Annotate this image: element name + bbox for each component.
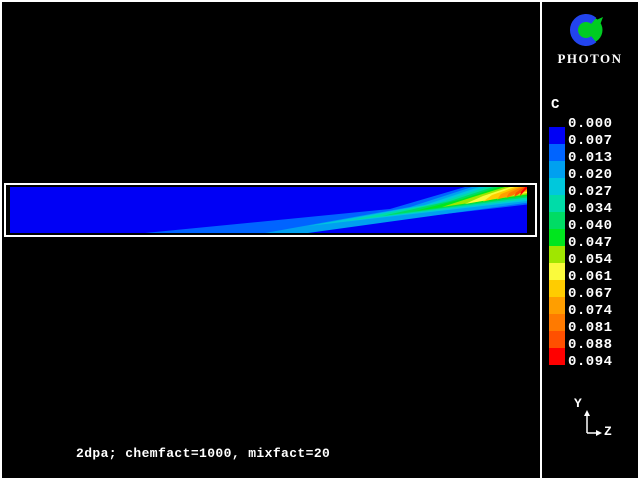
legend-panel-divider [540,0,542,480]
color-legend: 0.000 0.007 0.013 0.020 0.027 0.034 0.040 0.047… [549,117,639,383]
legend-level-label: 0.094 [568,355,613,369]
legend-swatch [549,280,565,297]
legend-swatch [549,144,565,161]
legend-swatch [549,246,565,263]
legend-level-label: 0.067 [568,287,613,301]
legend-swatch [549,348,565,365]
legend-swatch [549,297,565,314]
legend-level-label: 0.054 [568,253,613,267]
axis-y-label: Y [574,396,582,411]
legend-level-label: 0.013 [568,151,613,165]
legend-level-label: 0.047 [568,236,613,250]
window-border [0,0,640,480]
legend-level-label: 0.061 [568,270,613,284]
contour-plot [10,187,527,233]
legend-swatch [549,127,565,144]
legend-level-label: 0.027 [568,185,613,199]
legend-level-label: 0.081 [568,321,613,335]
legend-swatch [549,331,565,348]
legend-title: C [551,97,559,113]
axis-z-label: Z [604,424,612,439]
app-name-label: PHOTON [542,51,638,67]
legend-level-label: 0.020 [568,168,613,182]
photon-logo-icon [567,11,607,49]
legend-level-label: 0.034 [568,202,613,216]
contour-plot-frame [4,183,537,237]
legend-level-label: 0.088 [568,338,613,352]
legend-swatch [549,314,565,331]
legend-swatch [549,229,565,246]
legend-swatch [549,178,565,195]
legend-swatch [549,161,565,178]
legend-swatch [549,212,565,229]
legend-level-label: 0.074 [568,304,613,318]
axis-indicator: Y Z [565,393,625,443]
legend-level-label: 0.040 [568,219,613,233]
legend-level-label: 0.000 [568,117,613,131]
legend-swatch [549,263,565,280]
plot-caption: 2dpa; chemfact=1000, mixfact=20 [76,446,330,461]
legend-swatch [549,195,565,212]
photon-viewer-window: 2dpa; chemfact=1000, mixfact=20 PHOTON C… [0,0,640,480]
legend-level-label: 0.007 [568,134,613,148]
